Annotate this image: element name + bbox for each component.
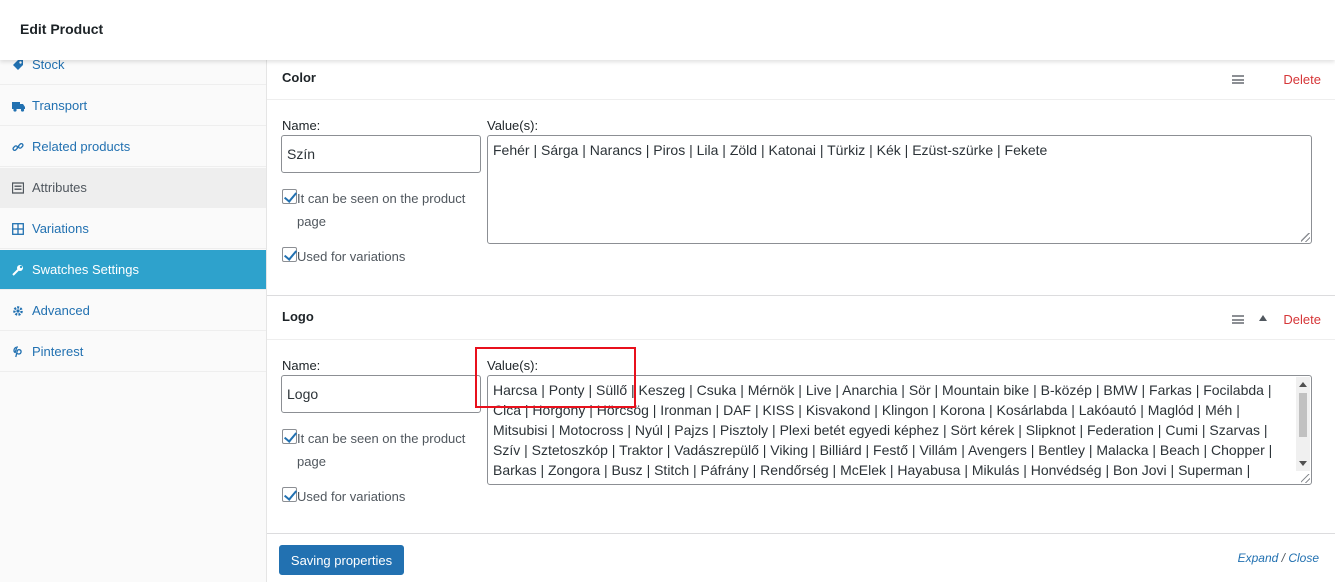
values-label: Value(s): [487, 118, 539, 133]
drag-handle-icon[interactable] [1232, 75, 1244, 84]
gear-icon [12, 305, 24, 317]
drag-handle-icon[interactable] [1232, 315, 1244, 324]
scroll-up-icon[interactable] [1299, 382, 1307, 387]
pinterest-icon [12, 345, 24, 358]
close-link[interactable]: Close [1288, 551, 1319, 565]
expand-link[interactable]: Expand [1238, 551, 1279, 565]
visible-on-product-page-label: It can be seen on the product page [297, 431, 466, 469]
used-for-variations-label: Used for variations [297, 489, 406, 504]
resize-grip-icon[interactable] [1301, 233, 1310, 242]
tab-transport[interactable]: Transport [0, 86, 266, 126]
page-title: Edit Product [20, 21, 104, 37]
expand-close-links: Expand / Close [1238, 551, 1319, 565]
grid-icon [12, 222, 24, 235]
delete-link[interactable]: Delete [1283, 312, 1321, 327]
attribute-title: Color [282, 70, 316, 85]
collapse-arrow-icon[interactable] [1259, 315, 1267, 321]
tab-advanced-label: Advanced [32, 303, 90, 318]
attribute-block-logo: Logo Delete Name: It can be seen on the … [267, 296, 1335, 534]
tab-attributes-label: Attributes [32, 180, 87, 195]
tab-variations[interactable]: Variations [0, 209, 266, 249]
attribute-block-color: Color Delete Name: It can be seen on the… [267, 60, 1335, 296]
attribute-name-input[interactable] [281, 375, 481, 413]
link-icon [12, 141, 24, 153]
tab-pinterest-label: Pinterest [32, 344, 84, 359]
attributes-toolbar: Saving properties Expand / Close [267, 533, 1335, 582]
attribute-header-color[interactable]: Color Delete [267, 60, 1335, 100]
tab-transport-label: Transport [32, 98, 88, 113]
tab-pinterest[interactable]: Pinterest [0, 332, 266, 372]
attribute-values-text: Fehér | Sárga | Narancs | Piros | Lila |… [493, 142, 1048, 158]
attribute-header-logo[interactable]: Logo Delete [267, 296, 1335, 340]
list-icon [11, 181, 25, 194]
page-header: Edit Product [0, 0, 1335, 60]
name-label: Name: [282, 118, 321, 133]
resize-grip-icon[interactable] [1301, 474, 1310, 483]
attribute-values-textarea[interactable]: Fehér | Sárga | Narancs | Piros | Lila |… [487, 135, 1312, 244]
delete-link[interactable]: Delete [1283, 72, 1321, 87]
visible-on-product-page-label: It can be seen on the product page [297, 191, 466, 229]
wrench-icon [12, 264, 24, 276]
attribute-title: Logo [282, 309, 314, 324]
highlight-box [475, 347, 636, 408]
save-attributes-button[interactable]: Saving properties [279, 545, 404, 575]
used-for-variations-label: Used for variations [297, 249, 406, 264]
separator: / [1278, 551, 1289, 565]
values-scrollbar[interactable] [1296, 377, 1310, 471]
used-for-variations-checkbox[interactable] [282, 487, 297, 502]
attributes-panel: Color Delete Name: It can be seen on the… [267, 60, 1335, 582]
tab-swatches-settings[interactable]: Swatches Settings [0, 250, 266, 290]
tab-advanced[interactable]: Advanced [0, 291, 266, 331]
tab-swatches-settings-label: Swatches Settings [32, 262, 139, 277]
used-for-variations-checkbox[interactable] [282, 247, 297, 262]
tab-attributes[interactable]: Attributes [0, 168, 266, 208]
tab-variations-label: Variations [32, 221, 89, 236]
scroll-thumb[interactable] [1299, 393, 1307, 437]
truck-icon [12, 100, 25, 112]
product-data-tabs: Stock Transport Related products Attribu… [0, 45, 267, 582]
visible-on-product-page-checkbox[interactable] [282, 189, 297, 204]
visible-on-product-page-checkbox[interactable] [282, 429, 297, 444]
name-label: Name: [282, 358, 321, 373]
tag-icon [12, 59, 24, 71]
tab-related-products[interactable]: Related products [0, 127, 266, 167]
scroll-down-icon[interactable] [1299, 461, 1307, 466]
tab-related-products-label: Related products [32, 139, 131, 154]
attribute-name-input[interactable] [281, 135, 481, 173]
